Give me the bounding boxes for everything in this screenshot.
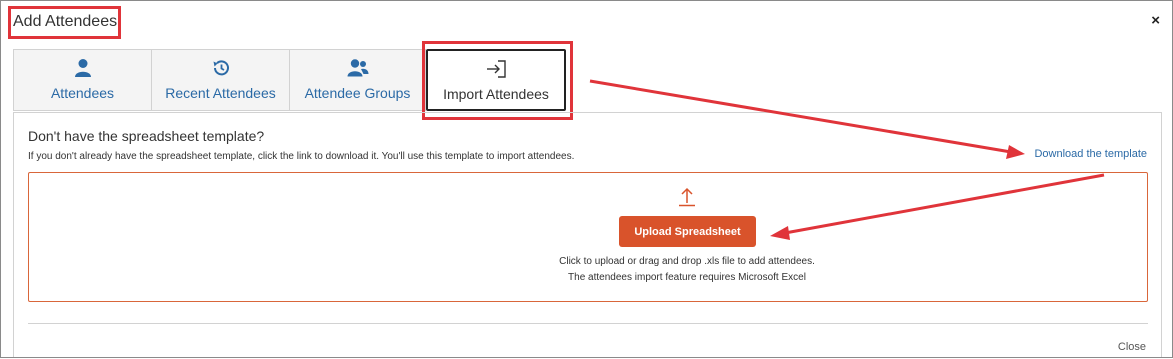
annotation-arrows <box>589 79 1105 240</box>
arrow-to-download-link <box>589 79 1012 154</box>
add-attendees-dialog: Add Attendees × Attendees Recent Attende… <box>0 0 1173 358</box>
arrowhead-icon <box>770 226 790 240</box>
arrowhead-icon <box>1006 145 1025 159</box>
arrow-to-upload-button <box>784 173 1105 235</box>
